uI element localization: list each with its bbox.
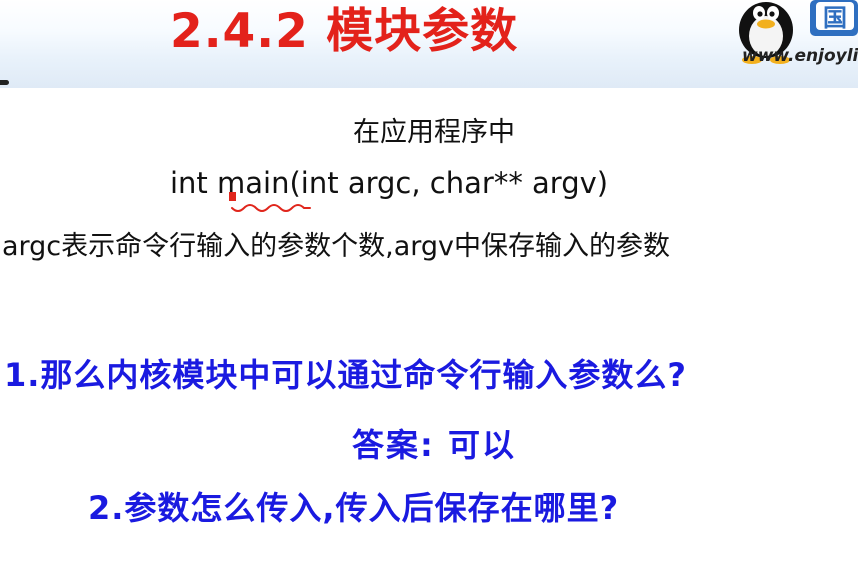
answer-text: 答案: 可以	[352, 426, 516, 464]
argc-argv-description: argc表示命令行输入的参数个数,argv中保存输入的参数	[2, 231, 671, 262]
logo-badge-text: 国	[823, 4, 847, 32]
website-url: www.enjoyli	[742, 46, 858, 66]
context-text: 在应用程序中	[353, 117, 515, 148]
pointer-cursor-icon	[229, 192, 236, 201]
slide-title: 2.4.2 模块参数	[170, 4, 519, 59]
left-edge-mark	[0, 80, 9, 85]
question-1: 1.那么内核模块中可以通过命令行输入参数么?	[4, 356, 687, 394]
question-2: 2.参数怎么传入,传入后保存在哪里?	[88, 489, 620, 527]
